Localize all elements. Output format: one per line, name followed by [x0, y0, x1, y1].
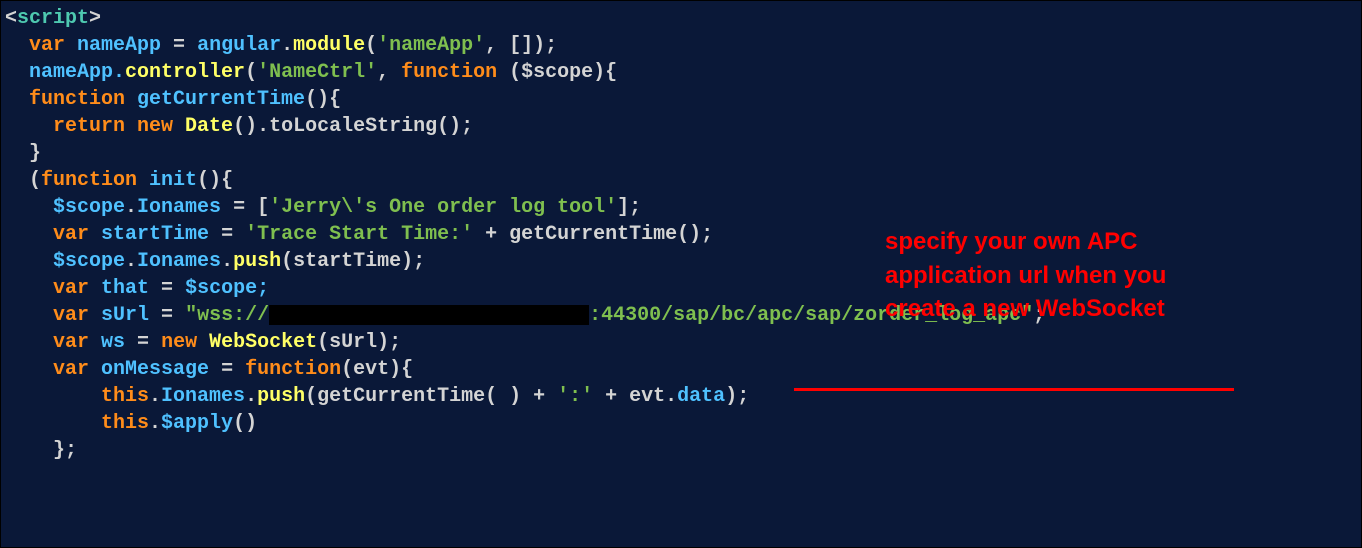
code-token: startTime [89, 223, 209, 246]
code-token: module [293, 34, 365, 57]
code-token: var [53, 358, 89, 381]
code-token: function [401, 61, 497, 84]
code-token: Ionames [137, 250, 221, 273]
code-token: getCurrentTime [125, 88, 305, 111]
code-token: angular [197, 34, 281, 57]
code-token: ( [245, 61, 257, 84]
code-token: = [125, 331, 161, 354]
code-token: script [17, 7, 89, 30]
annotation-text: specify your own APC application url whe… [885, 225, 1166, 326]
code-token: $apply [161, 412, 233, 435]
annotation-line: specify your own APC [885, 228, 1138, 255]
code-token: (getCurrentTime( ) + [305, 385, 557, 408]
code-token: (){ [305, 88, 341, 111]
annotation-line: application url when you [885, 262, 1166, 289]
code-token: data [677, 385, 725, 408]
code-token: Ionames [137, 196, 221, 219]
code-token: WebSocket [197, 331, 317, 354]
code-token: } [29, 142, 41, 165]
code-token: new [161, 331, 197, 354]
code-token: var [53, 304, 89, 327]
code-token: Ionames [161, 385, 245, 408]
code-token: = [209, 223, 245, 246]
code-token: var [53, 277, 89, 300]
code-token: . [149, 385, 161, 408]
code-token: $scope; [185, 277, 269, 300]
code-token: ().toLocaleString(); [233, 115, 473, 138]
code-token: () [233, 412, 257, 435]
code-token: (sUrl); [317, 331, 401, 354]
code-token: push [233, 250, 281, 273]
code-token: 'nameApp' [377, 34, 485, 57]
code-token: init [137, 169, 197, 192]
code-token: . [125, 196, 137, 219]
code-token: ($scope){ [497, 61, 617, 84]
code-token: new [125, 115, 173, 138]
code-token: = [ [221, 196, 269, 219]
code-token: 'Trace Start Time:' [245, 223, 473, 246]
code-token: controller [125, 61, 245, 84]
code-token: 'Jerry\'s One order log tool' [269, 196, 617, 219]
code-token: function [41, 169, 137, 192]
code-token: ]; [617, 196, 641, 219]
code-token: ( [365, 34, 377, 57]
code-token: + evt. [593, 385, 677, 408]
code-token: , [] [485, 34, 533, 57]
code-token: . [245, 385, 257, 408]
code-token: = [149, 277, 185, 300]
code-token: var [29, 34, 65, 57]
code-token: var [53, 331, 89, 354]
code-token: ws [89, 331, 125, 354]
code-token: var [53, 223, 89, 246]
code-token: , [377, 61, 401, 84]
code-token: Date [173, 115, 233, 138]
code-token: ); [725, 385, 749, 408]
code-token: = [209, 358, 245, 381]
code-token: that [89, 277, 149, 300]
code-token: (){ [197, 169, 233, 192]
code-token: $scope [53, 250, 125, 273]
code-token: }; [53, 439, 77, 462]
code-token: (evt){ [341, 358, 413, 381]
code-token: nameApp. [29, 61, 125, 84]
code-token: . [125, 250, 137, 273]
code-token: $scope [53, 196, 125, 219]
code-token: > [89, 7, 101, 30]
annotation-underline [794, 388, 1234, 391]
code-token: ); [533, 34, 557, 57]
code-token: nameApp [65, 34, 161, 57]
code-token: sUrl [89, 304, 149, 327]
annotation-line: create a new WebSocket [885, 295, 1165, 322]
code-token: = [149, 304, 185, 327]
code-token: . [149, 412, 161, 435]
code-token: this [101, 385, 149, 408]
code-token: ( [29, 169, 41, 192]
code-token: return [53, 115, 125, 138]
code-token: ':' [557, 385, 593, 408]
code-token: push [257, 385, 305, 408]
code-token: = [161, 34, 197, 57]
code-token: function [245, 358, 341, 381]
code-token: function [29, 88, 125, 111]
code-token: + getCurrentTime(); [473, 223, 713, 246]
code-token: "wss:// [185, 304, 269, 327]
code-token: < [5, 7, 17, 30]
code-token: this [101, 412, 149, 435]
code-token: . [281, 34, 293, 57]
redacted-host [269, 305, 589, 325]
code-token: 'NameCtrl' [257, 61, 377, 84]
code-token: onMessage [89, 358, 209, 381]
code-token: (startTime); [281, 250, 425, 273]
code-token: . [221, 250, 233, 273]
